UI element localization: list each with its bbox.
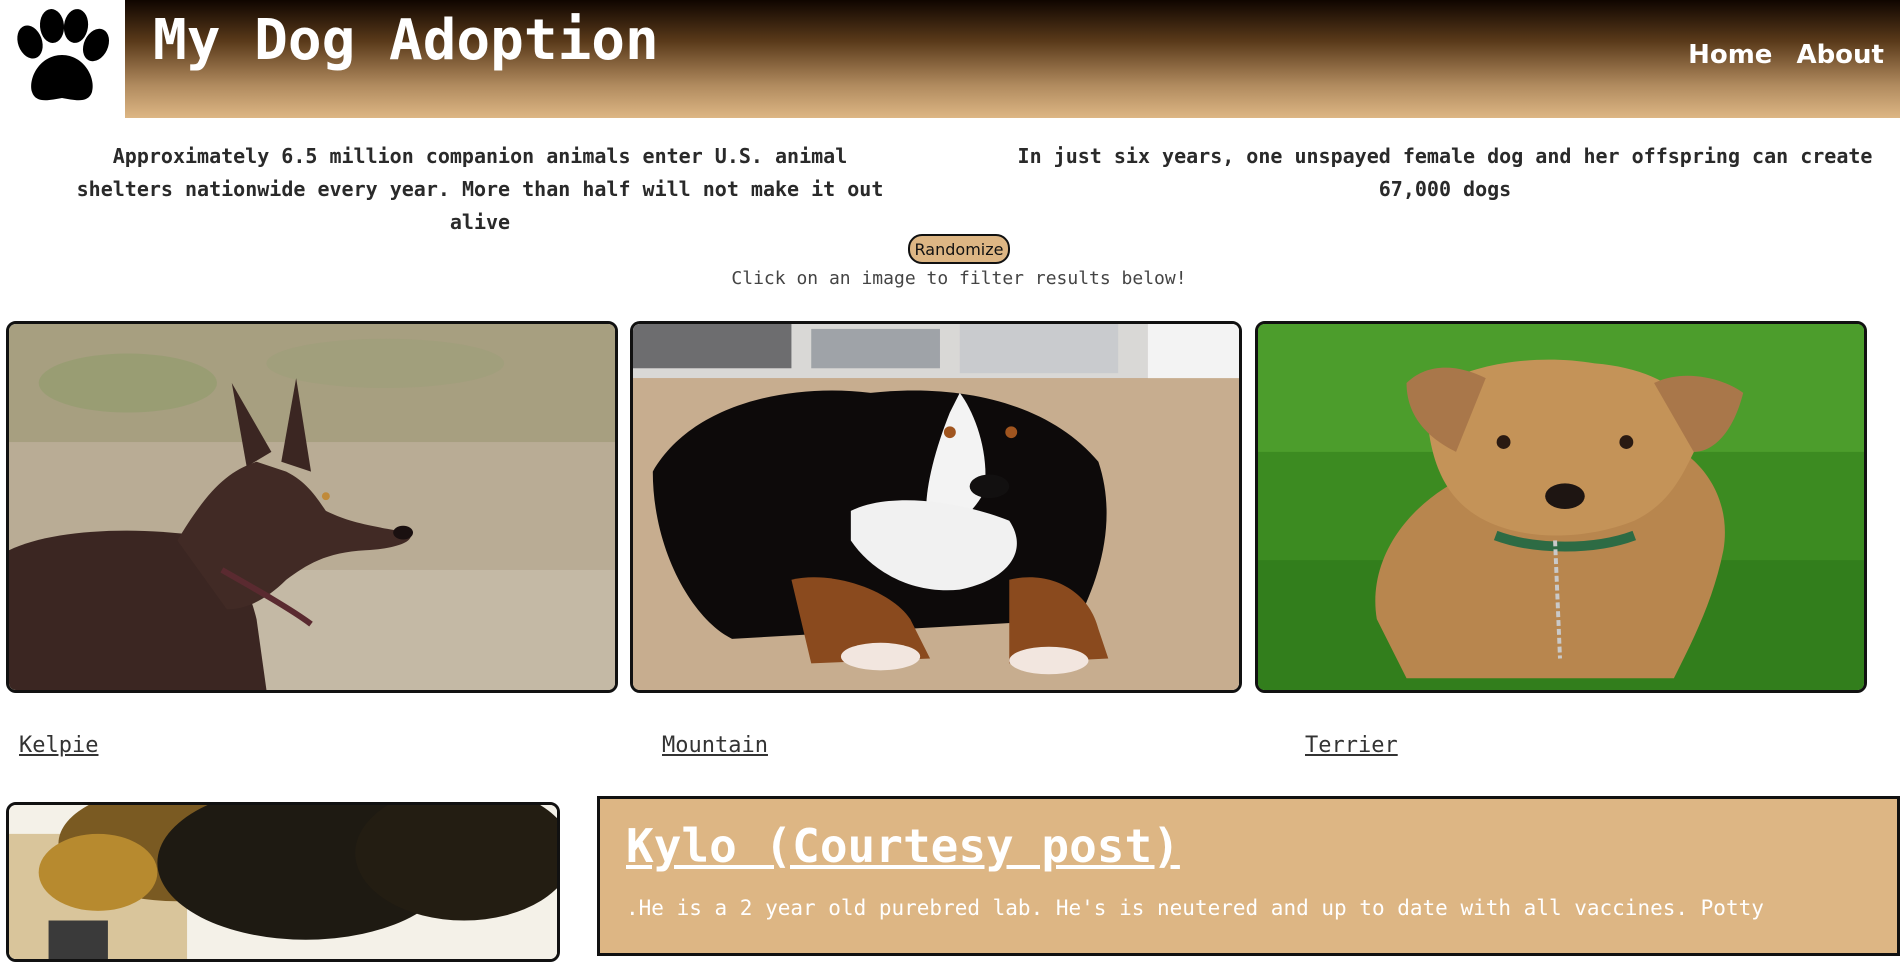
mountain-dog-photo: [633, 324, 1239, 690]
breed-link-mountain[interactable]: Mountain: [662, 733, 768, 758]
listing-card: Kylo (Courtesy post) .He is a 2 year old…: [597, 796, 1900, 956]
listing-photo-image: [9, 805, 557, 959]
breed-link-terrier[interactable]: Terrier: [1305, 733, 1398, 758]
nav-home-link[interactable]: Home: [1688, 40, 1772, 70]
listing-photo[interactable]: [6, 802, 560, 962]
kelpie-photo: [9, 324, 615, 690]
breed-link-kelpie[interactable]: Kelpie: [19, 733, 98, 758]
nav-about-link[interactable]: About: [1796, 40, 1884, 70]
randomize-button[interactable]: Randomize: [908, 234, 1010, 264]
breed-card-mountain[interactable]: [630, 321, 1242, 693]
listing-title-link[interactable]: Kylo (Courtesy post): [626, 819, 1180, 873]
fact-shelters: Approximately 6.5 million companion anim…: [76, 144, 884, 234]
paw-print-icon: [17, 9, 110, 101]
site-header: My Dog Adoption Home About: [125, 0, 1900, 118]
terrier-photo: [1258, 324, 1864, 690]
fact-offspring: In just six years, one unspayed female d…: [1017, 144, 1873, 201]
breed-card-kelpie[interactable]: [6, 321, 618, 693]
breed-card-terrier[interactable]: [1255, 321, 1867, 693]
listing-description: .He is a 2 year old purebred lab. He's i…: [626, 896, 1764, 920]
main-nav: Home About: [1688, 40, 1884, 70]
site-logo[interactable]: [0, 0, 125, 118]
site-title: My Dog Adoption: [153, 8, 659, 73]
filter-hint: Click on an image to filter results belo…: [731, 268, 1187, 289]
